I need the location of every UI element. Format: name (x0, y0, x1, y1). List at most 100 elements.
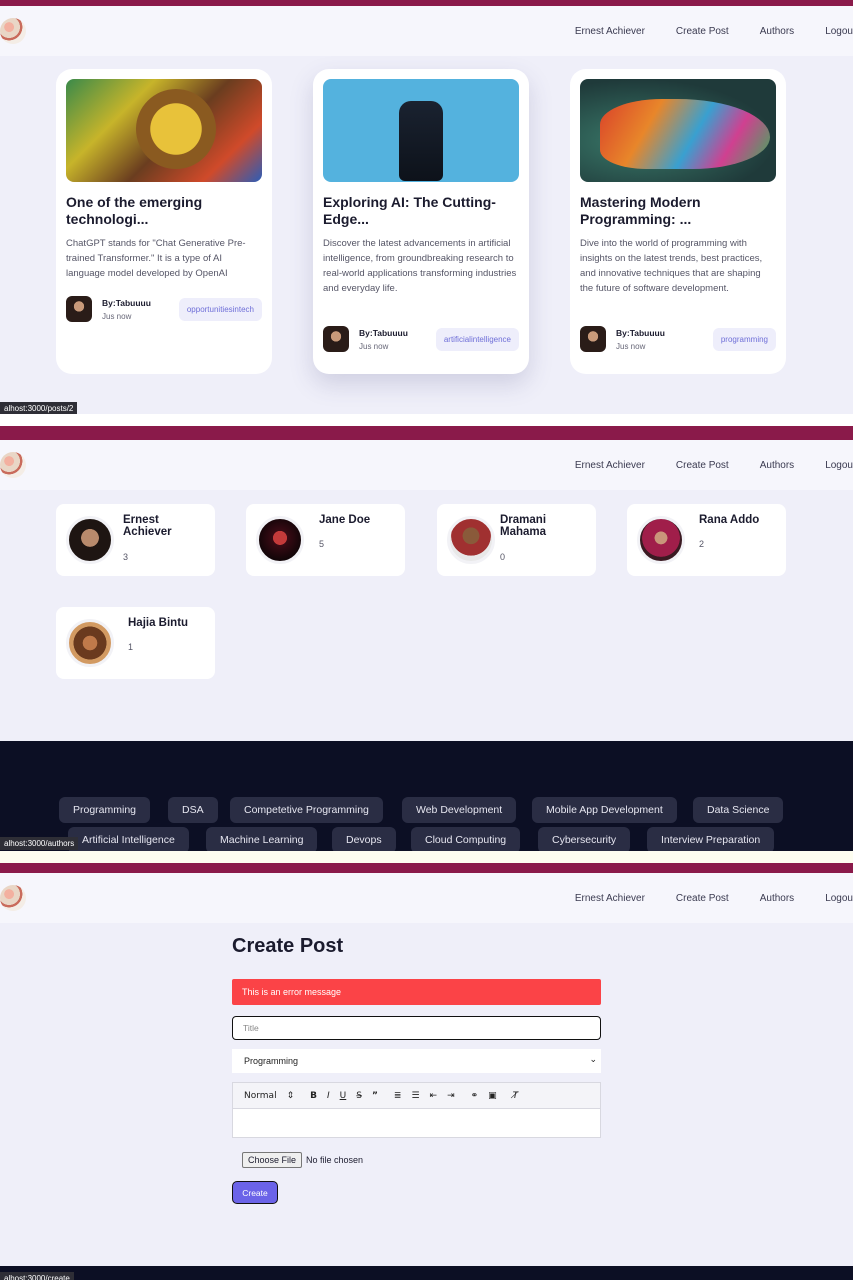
footer-category-chip[interactable]: Interview Preparation (647, 827, 775, 853)
choose-file-button[interactable]: Choose File (242, 1152, 303, 1168)
post-title[interactable]: One of the emerging technologi... (66, 194, 262, 228)
site-logo[interactable] (0, 452, 26, 478)
category-tag[interactable]: artificialintelligence (435, 327, 519, 351)
post-thumbnail[interactable] (323, 79, 519, 182)
nav-authors[interactable]: Authors (760, 460, 794, 471)
author-name[interactable]: Rana Addo (699, 514, 779, 526)
footer-category-chip[interactable]: DSA (168, 797, 218, 823)
indent-decrease-icon[interactable]: ⇤ (430, 1091, 438, 1101)
indent-increase-icon[interactable]: ⇥ (447, 1091, 455, 1101)
underline-icon[interactable]: U (340, 1091, 347, 1101)
heading-select[interactable]: Normal (244, 1091, 277, 1101)
author-name[interactable]: Dramani Mahama (500, 514, 580, 538)
clear-format-icon[interactable]: T̸ (513, 1091, 519, 1101)
author-meta: By:Tabuuuu Jus now (102, 298, 179, 321)
file-status: No file chosen (306, 1155, 364, 1165)
author-card[interactable]: Hajia Bintu 1 (56, 607, 215, 679)
nav-logout[interactable]: Logou (825, 26, 853, 37)
category-tag[interactable]: opportunitiesintech (178, 297, 262, 321)
author-card[interactable]: Jane Doe 5 (246, 504, 405, 576)
footer-category-chip[interactable]: Machine Learning (206, 827, 318, 853)
footer-category-chip[interactable]: Devops (332, 827, 396, 853)
author-name[interactable]: Hajia Bintu (128, 617, 208, 629)
top-nav: Ernest Achiever Create Post Authors Logo… (0, 873, 853, 923)
post-footer: By:Tabuuuu Jus now programming (580, 326, 776, 352)
section-gap (0, 414, 853, 426)
author-card[interactable]: Ernest Achiever 3 (56, 504, 215, 576)
post-time: Jus now (102, 311, 132, 321)
blockquote-icon[interactable]: ” (372, 1091, 378, 1101)
page-title: Create Post (232, 935, 344, 957)
bold-icon[interactable]: B (310, 1091, 317, 1101)
site-logo[interactable] (0, 885, 26, 911)
author-post-count: 3 (123, 552, 129, 562)
author-card[interactable]: Rana Addo 2 (627, 504, 786, 576)
nav-create-post[interactable]: Create Post (676, 460, 729, 471)
footer-category-chip[interactable]: Cybersecurity (538, 827, 631, 853)
nav-user[interactable]: Ernest Achiever (575, 460, 645, 471)
strikethrough-icon[interactable]: S̶ (356, 1091, 362, 1101)
section-gap (0, 851, 853, 863)
footer-category-chip[interactable]: Programming (59, 797, 151, 823)
footer-category-chip[interactable]: Cloud Computing (411, 827, 521, 853)
post-title[interactable]: Exploring AI: The Cutting-Edge... (323, 194, 519, 228)
post-title[interactable]: Mastering Modern Programming: ... (580, 194, 776, 228)
author-name[interactable]: By:Tabuuuu (359, 328, 436, 338)
nav-user[interactable]: Ernest Achiever (575, 26, 645, 37)
post-card[interactable]: Exploring AI: The Cutting-Edge... Discov… (313, 69, 529, 374)
post-card[interactable]: One of the emerging technologi... ChatGP… (56, 69, 272, 374)
footer-category-chip[interactable]: Mobile App Development (532, 797, 677, 823)
footer-category-chip[interactable]: Competetive Programming (230, 797, 383, 823)
browser-address-bar (0, 426, 853, 440)
author-avatar (66, 516, 114, 564)
top-nav: Ernest Achiever Create Post Authors Logo… (0, 6, 853, 56)
image-icon[interactable]: ▣ (488, 1091, 497, 1101)
nav-authors[interactable]: Authors (760, 893, 794, 904)
browser-top-strip (0, 863, 853, 873)
author-avatar[interactable] (66, 296, 92, 322)
author-name[interactable]: Jane Doe (319, 514, 399, 526)
footer-category-chip[interactable]: Web Development (402, 797, 517, 823)
category-select[interactable]: Programming ⌄ (232, 1049, 601, 1073)
post-excerpt: Dive into the world of programming with … (580, 238, 763, 294)
file-upload: Choose File No file chosen (242, 1152, 363, 1168)
heading-select-arrows-icon[interactable]: ⇕ (287, 1091, 295, 1101)
editor-body[interactable] (232, 1109, 601, 1138)
author-post-count: 0 (500, 552, 506, 562)
post-time: Jus now (616, 341, 646, 351)
author-post-count: 1 (128, 642, 134, 652)
author-name[interactable]: By:Tabuuuu (616, 328, 713, 338)
post-card[interactable]: Mastering Modern Programming: ... Dive i… (570, 69, 786, 374)
italic-icon[interactable]: I (327, 1091, 330, 1101)
title-input[interactable]: Title (232, 1016, 601, 1040)
link-icon[interactable]: ⚭ (471, 1091, 479, 1101)
post-excerpt: Discover the latest advancements in arti… (323, 238, 517, 294)
author-name[interactable]: By:Tabuuuu (102, 298, 179, 308)
author-post-count: 2 (699, 539, 705, 549)
author-avatar[interactable] (323, 326, 349, 352)
nav-logout[interactable]: Logou (825, 460, 853, 471)
footer (0, 1266, 853, 1280)
author-card[interactable]: Dramani Mahama 0 (437, 504, 596, 576)
category-tag[interactable]: programming (712, 327, 776, 351)
top-nav: Ernest Achiever Create Post Authors Logo… (0, 440, 853, 490)
author-avatar[interactable] (580, 326, 606, 352)
site-logo[interactable] (0, 18, 26, 44)
author-meta: By:Tabuuuu Jus now (359, 328, 436, 351)
bullet-list-icon[interactable]: ☰ (411, 1091, 419, 1101)
create-button[interactable]: Create (232, 1181, 278, 1204)
footer-category-chip[interactable]: Data Science (693, 797, 784, 823)
nav-create-post[interactable]: Create Post (676, 893, 729, 904)
nav-create-post[interactable]: Create Post (676, 26, 729, 37)
ordered-list-icon[interactable]: ≣ (394, 1091, 402, 1101)
post-thumbnail[interactable] (580, 79, 776, 182)
post-thumbnail[interactable] (66, 79, 262, 182)
nav-logout[interactable]: Logou (825, 893, 853, 904)
nav-user[interactable]: Ernest Achiever (575, 893, 645, 904)
footer-category-chip[interactable]: Artificial Intelligence (68, 827, 189, 853)
nav-links: Ernest Achiever Create Post Authors Logo… (575, 6, 853, 56)
author-name[interactable]: Ernest Achiever (123, 514, 203, 538)
nav-authors[interactable]: Authors (760, 26, 794, 37)
nav-links: Ernest Achiever Create Post Authors Logo… (575, 440, 853, 490)
status-url: alhost:3000/create (0, 1272, 74, 1280)
